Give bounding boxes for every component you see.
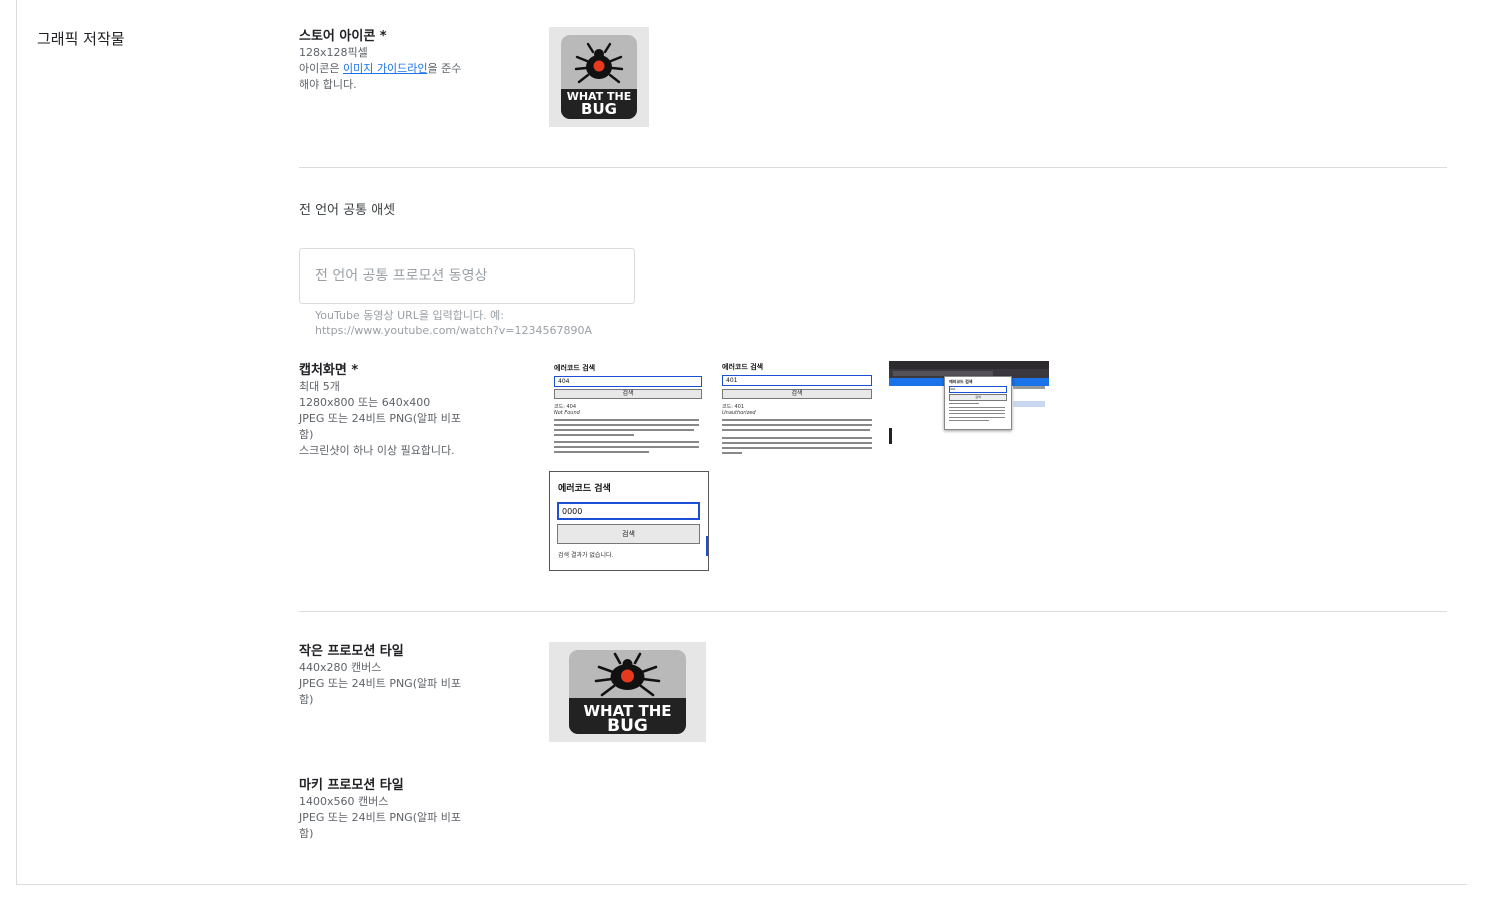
store-icon-guide-line2: 해야 합니다. xyxy=(299,78,357,91)
ss3-browser-tabs xyxy=(889,361,1049,369)
screenshots-label: 캡처화면 * 최대 5개 1280x800 또는 640x400 JPEG 또는… xyxy=(299,363,477,459)
screenshots-max: 최대 5개 xyxy=(299,380,340,393)
store-icon-size: 128x128픽셀 xyxy=(299,46,368,59)
ss3-text-line xyxy=(949,413,1005,414)
ss1-title: 에러코드 검색 xyxy=(554,364,596,372)
small-tile-title: 작은 프로모션 타일 xyxy=(299,644,404,659)
small-tile-format-line2: 함) xyxy=(299,693,314,706)
logo-line2: BUG xyxy=(581,100,617,118)
ss3-edge xyxy=(889,428,892,444)
ss1-text-line xyxy=(554,441,699,443)
divider-1 xyxy=(299,167,1447,168)
common-assets-heading: 전 언어 공통 애셋 xyxy=(299,203,396,218)
screenshots-format-line2: 함) xyxy=(299,428,314,441)
ss2-text-line xyxy=(722,429,870,431)
divider-2 xyxy=(299,611,1447,612)
guide-suffix: 을 준수 xyxy=(427,62,462,75)
small-tile-size: 440x280 캔버스 xyxy=(299,661,382,674)
bug-logo-icon: WHAT THE BUG xyxy=(569,650,686,736)
ss2-text-line xyxy=(722,437,872,439)
small-tile-label: 작은 프로모션 타일 440x280 캔버스 JPEG 또는 24비트 PNG(… xyxy=(299,644,477,708)
ss2-text-line xyxy=(722,452,742,454)
store-icon-guide: 아이콘은 이미지 가이드라인을 준수 xyxy=(299,61,477,77)
small-tile-image[interactable]: WHAT THE BUG xyxy=(549,642,706,742)
screenshot-thumb-3[interactable]: 에러코드 검색 401 검색 xyxy=(889,361,1049,453)
video-hint: YouTube 동영상 URL을 입력합니다. 예: https://www.y… xyxy=(315,308,592,338)
ss3-text-line xyxy=(949,420,989,421)
ss3-input: 401 xyxy=(949,386,1007,393)
ss2-text-line xyxy=(722,442,872,444)
bug-logo-icon: WHAT THE BUG xyxy=(561,35,637,119)
ss2-text-line xyxy=(722,424,872,426)
ss4-button: 검색 xyxy=(557,524,700,544)
video-hint-line2: https://www.youtube.com/watch?v=12345678… xyxy=(315,324,592,337)
ss1-status: Not Found xyxy=(554,410,580,416)
ss2-text-line xyxy=(722,447,872,449)
ss2-status: Unauthorized xyxy=(722,410,756,416)
ss4-input: 0000 xyxy=(557,502,700,520)
ss4-title: 에러코드 검색 xyxy=(558,484,611,494)
ss2-input: 401 xyxy=(722,375,872,386)
small-tile-format-line1: JPEG 또는 24비트 PNG(알파 비포 xyxy=(299,677,461,690)
ss1-text-line xyxy=(554,419,699,421)
ss3-text-line xyxy=(949,410,1005,411)
store-icon-image[interactable]: WHAT THE BUG xyxy=(549,27,649,127)
ss1-text-line xyxy=(554,424,699,426)
ss3-text-line xyxy=(949,407,1005,408)
screenshot-thumb-1[interactable]: 에러코드 검색 404 검색 코드: 404 Not Found xyxy=(549,361,709,461)
screenshots-size: 1280x800 또는 640x400 xyxy=(299,396,431,409)
ss2-button: 검색 xyxy=(722,389,872,399)
ss2-title: 에러코드 검색 xyxy=(722,363,764,371)
ss1-text-line xyxy=(554,451,649,453)
screenshot-thumb-2[interactable]: 에러코드 검색 401 검색 코드: 401 Unauthorized xyxy=(717,361,877,461)
marquee-tile-format-line2: 함) xyxy=(299,827,314,840)
ss1-input: 404 xyxy=(554,376,702,387)
ss1-button: 검색 xyxy=(554,389,702,399)
marquee-tile-label: 마키 프로모션 타일 1400x560 캔버스 JPEG 또는 24비트 PNG… xyxy=(299,778,477,842)
screenshot-thumb-4[interactable]: 에러코드 검색 0000 검색 검색 결과가 없습니다. xyxy=(549,471,709,571)
card-bottom-border xyxy=(16,884,1467,885)
guide-prefix: 아이콘은 xyxy=(299,62,343,75)
marquee-tile-format-line1: JPEG 또는 24비트 PNG(알파 비포 xyxy=(299,811,461,824)
marquee-tile-title: 마키 프로모션 타일 xyxy=(299,778,404,793)
ss1-text-line xyxy=(554,429,694,431)
store-icon-title: 스토어 아이콘 * xyxy=(299,29,387,44)
screenshots-format-line1: JPEG 또는 24비트 PNG(알파 비포 xyxy=(299,412,461,425)
screenshots-title: 캡처화면 * xyxy=(299,363,359,378)
ss4-result: 검색 결과가 없습니다. xyxy=(558,552,614,559)
ss3-text-line xyxy=(949,417,1005,418)
screenshots-requirement: 스크린샷이 하나 이상 필요합니다. xyxy=(299,444,455,457)
ss3-text-line xyxy=(949,403,979,404)
image-guidelines-link[interactable]: 이미지 가이드라인 xyxy=(343,62,427,75)
store-icon-label: 스토어 아이콘 * 128x128픽셀 아이콘은 이미지 가이드라인을 준수 해… xyxy=(299,29,477,93)
ss2-text-line xyxy=(722,419,872,421)
promo-video-input[interactable] xyxy=(299,248,635,304)
ss1-text-line xyxy=(554,446,699,448)
ss4-edge xyxy=(706,536,708,556)
ss3-popup: 에러코드 검색 401 검색 xyxy=(944,376,1012,430)
ss3-side-panel xyxy=(1013,401,1045,407)
ss3-button: 검색 xyxy=(949,394,1007,401)
marquee-tile-size: 1400x560 캔버스 xyxy=(299,795,389,808)
video-hint-line1: YouTube 동영상 URL을 입력합니다. 예: xyxy=(315,309,504,322)
ss3-title: 에러코드 검색 xyxy=(949,379,973,384)
section-title: 그래픽 저작물 xyxy=(37,30,125,48)
tile-logo-line2: BUG xyxy=(607,716,648,736)
ss1-text-line xyxy=(554,434,634,436)
ss3-side-text xyxy=(1013,386,1045,389)
card-left-border xyxy=(16,0,17,884)
